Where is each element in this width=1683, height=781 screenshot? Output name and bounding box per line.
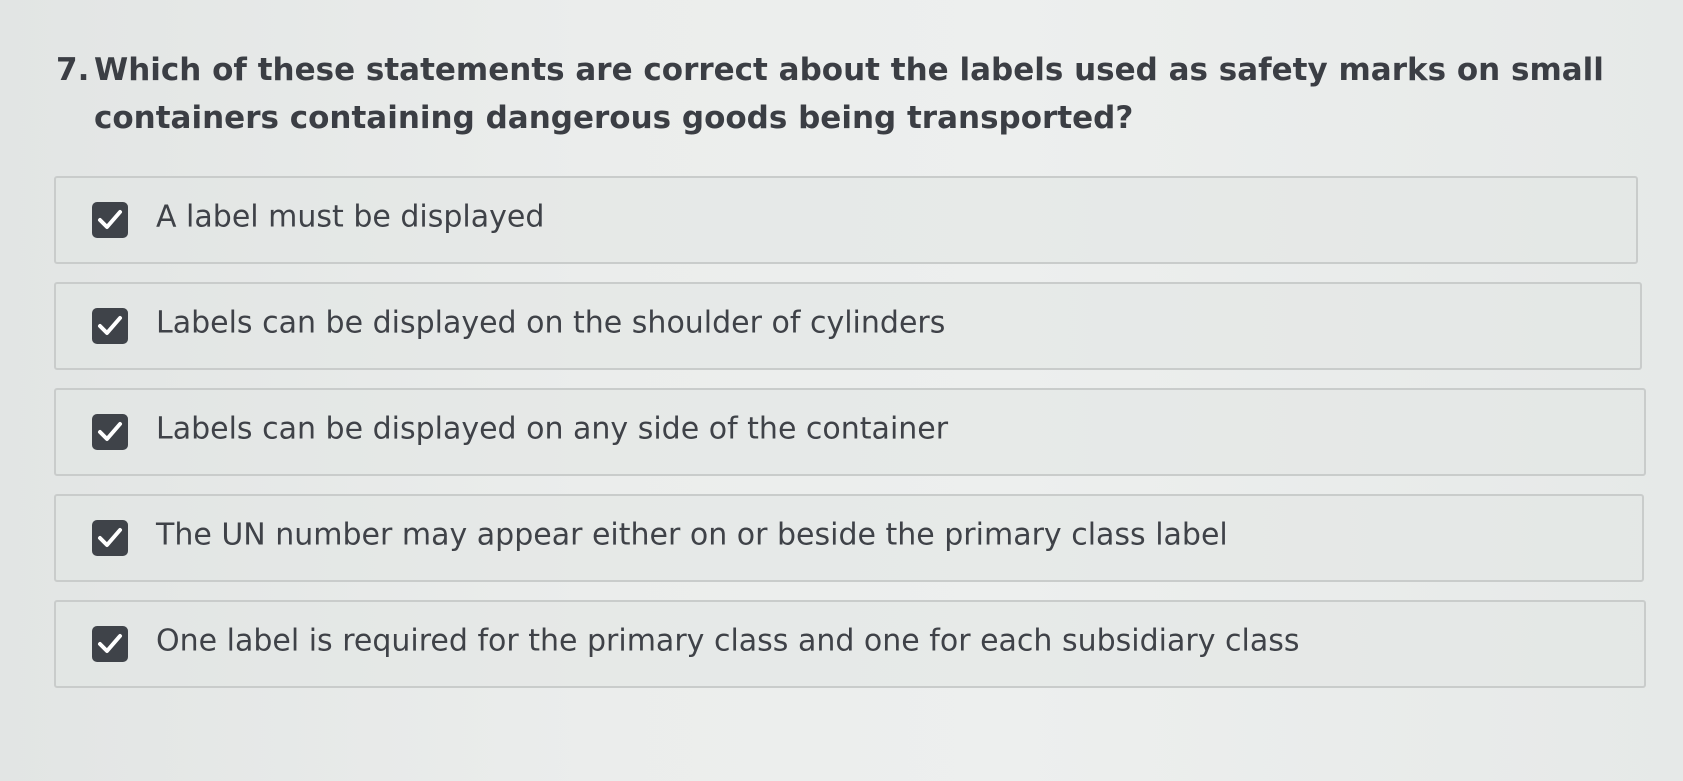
question-text: Which of these statements are correct ab… bbox=[94, 52, 1604, 136]
question-prompt: 7. Which of these statements are correct… bbox=[56, 46, 1636, 142]
answer-option-label: Labels can be displayed on the shoulder … bbox=[156, 305, 946, 341]
checked-checkbox-icon[interactable] bbox=[92, 308, 128, 344]
answer-option-label: A label must be displayed bbox=[156, 199, 545, 235]
question-number: 7. bbox=[56, 52, 90, 88]
answer-option-1[interactable]: A label must be displayed bbox=[54, 176, 1638, 264]
answer-option-5[interactable]: One label is required for the primary cl… bbox=[54, 600, 1646, 688]
answer-option-3[interactable]: Labels can be displayed on any side of t… bbox=[54, 388, 1646, 476]
checked-checkbox-icon[interactable] bbox=[92, 626, 128, 662]
answer-option-4[interactable]: The UN number may appear either on or be… bbox=[54, 494, 1644, 582]
answer-option-label: Labels can be displayed on any side of t… bbox=[156, 411, 949, 447]
answer-option-2[interactable]: Labels can be displayed on the shoulder … bbox=[54, 282, 1642, 370]
answer-option-label: The UN number may appear either on or be… bbox=[156, 517, 1228, 553]
checked-checkbox-icon[interactable] bbox=[92, 414, 128, 450]
answer-options: A label must be displayed Labels can be … bbox=[54, 176, 1646, 706]
quiz-page: 7. Which of these statements are correct… bbox=[0, 0, 1683, 781]
checked-checkbox-icon[interactable] bbox=[92, 520, 128, 556]
checked-checkbox-icon[interactable] bbox=[92, 202, 128, 238]
answer-option-label: One label is required for the primary cl… bbox=[156, 623, 1300, 659]
